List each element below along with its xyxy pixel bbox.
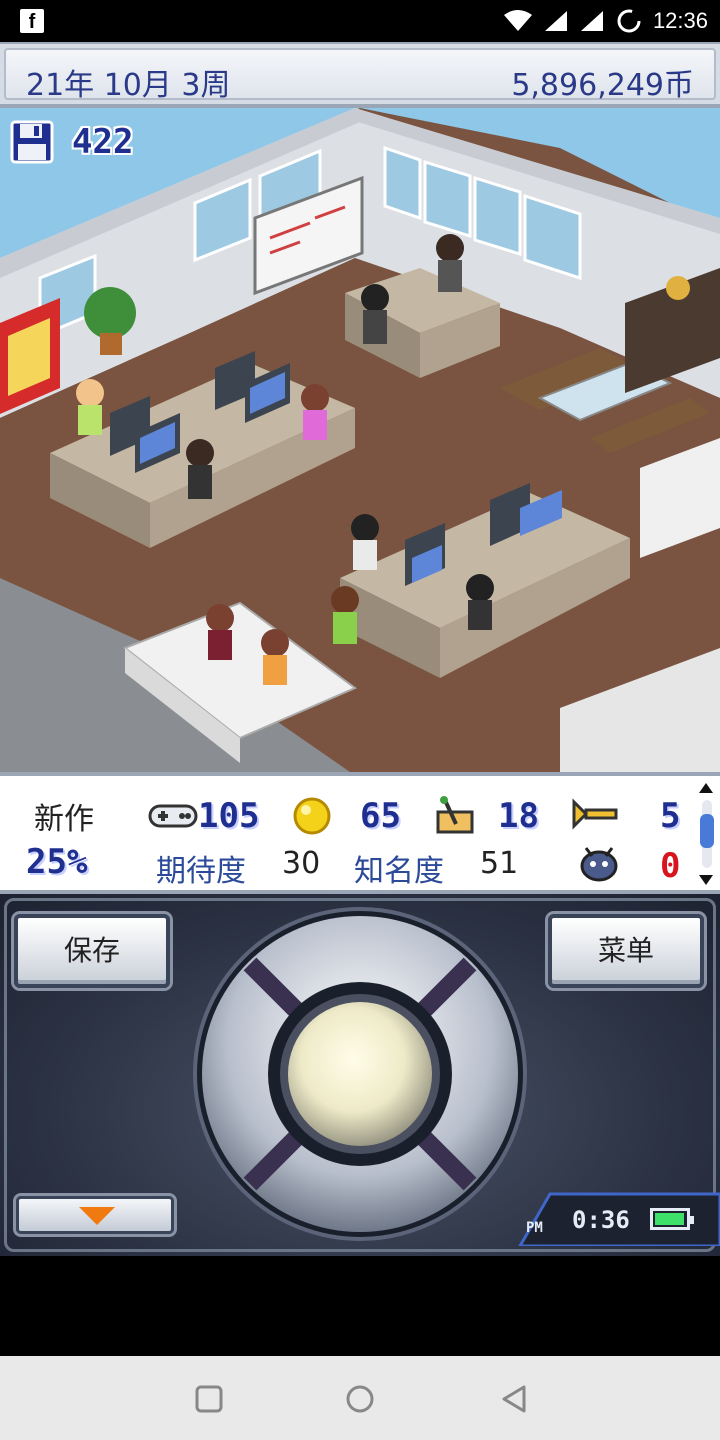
ampm-indicator: PM: [526, 1220, 543, 1236]
scroll-thumb[interactable]: [700, 814, 714, 848]
save-count: 422: [72, 122, 134, 162]
money-balance: 5,896,249币: [511, 68, 694, 103]
signal-icon: [580, 11, 603, 31]
bugs-value: 0: [660, 846, 681, 886]
expand-down-button[interactable]: [16, 1196, 174, 1234]
creativity-value: 65: [360, 796, 401, 836]
fame-value: 51: [480, 846, 519, 881]
gamepad-icon: [148, 804, 198, 828]
menu-button[interactable]: 菜单: [548, 914, 704, 988]
sound-value: 5: [660, 796, 681, 836]
development-progress: 25%: [26, 842, 88, 882]
info-bar: 21年 10月 3周 5,896,249币: [0, 42, 720, 108]
battery-icon: [650, 1208, 694, 1230]
arrow-down-icon: [79, 1207, 115, 1225]
battery-level: [655, 1213, 684, 1225]
clock-panel: PM 0:36: [490, 1184, 720, 1246]
new-title-label: 新作: [34, 802, 94, 837]
game-clock: 0:36: [572, 1206, 630, 1234]
expectation-label: 期待度: [156, 854, 246, 889]
home-icon[interactable]: [345, 1384, 375, 1414]
game-stats-content: 新作 25% 105 65 18 5 期待度 30 知名度 51 0: [4, 780, 694, 889]
signal-icon: [544, 11, 567, 31]
info-bar-panel: 21年 10月 3周 5,896,249币: [4, 48, 716, 103]
navigation-bar: [0, 1356, 720, 1440]
bug-icon: [580, 847, 618, 882]
stats-scrollbar[interactable]: [696, 782, 716, 886]
expectation-value: 30: [282, 846, 321, 881]
office-floor-art: [0, 108, 720, 772]
graphics-value: 18: [498, 796, 539, 836]
game-stats-panel: 新作 25% 105 65 18 5 期待度 30 知名度 51 0: [0, 772, 720, 894]
fame-label: 知名度: [354, 854, 444, 889]
loading-icon: [617, 9, 641, 33]
scroll-up-icon[interactable]: [698, 782, 714, 794]
dpad[interactable]: [190, 904, 530, 1244]
back-icon[interactable]: [500, 1384, 530, 1414]
wifi-icon: [503, 10, 532, 31]
clock: 12:36: [652, 8, 708, 33]
scroll-down-icon[interactable]: [698, 874, 714, 886]
recent-apps-icon[interactable]: [194, 1384, 224, 1414]
game-date: 21年 10月 3周: [26, 68, 231, 103]
dpad-center-button[interactable]: [288, 1002, 432, 1146]
fun-value: 105: [198, 796, 260, 836]
game-screen: f 12:36 21年 10月 3周 5,896,249币 422 新作 25%…: [0, 0, 720, 1440]
lightbulb-icon: [293, 797, 331, 835]
controller-panel: 保存 菜单 PM 0:36: [0, 894, 720, 1256]
status-icons: 12:36: [503, 6, 708, 36]
facebook-icon: f: [20, 9, 44, 33]
floppy-disk-icon: [10, 120, 54, 164]
status-bar: f 12:36: [0, 0, 720, 42]
trumpet-icon: [572, 798, 618, 830]
save-button[interactable]: 保存: [14, 914, 170, 988]
office-scene[interactable]: 422: [0, 108, 720, 772]
paintbrush-icon: [436, 796, 474, 834]
